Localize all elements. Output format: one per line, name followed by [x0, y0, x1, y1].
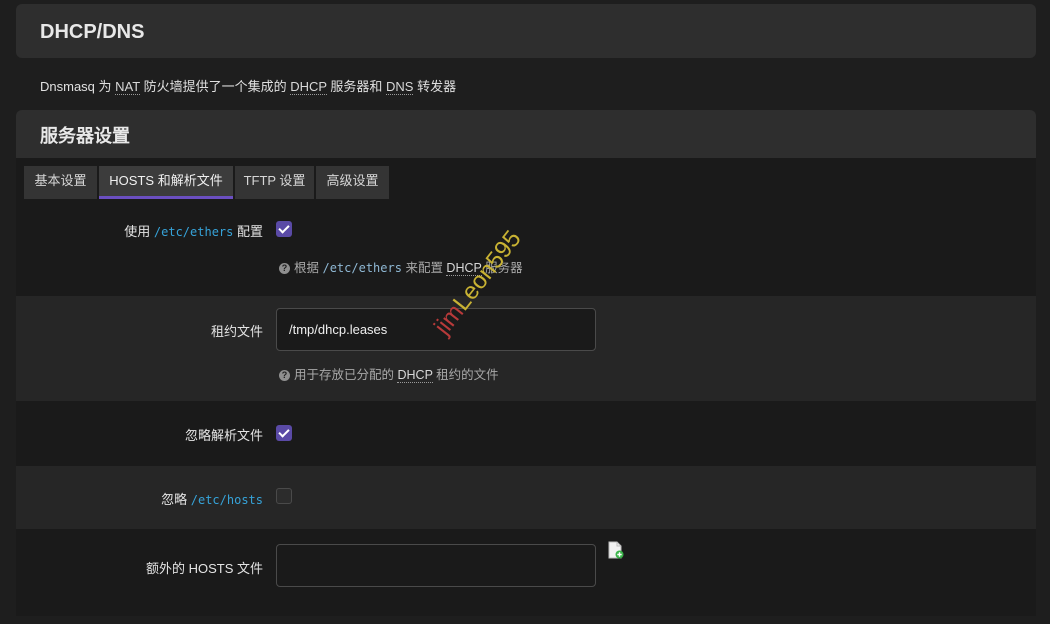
abbr-nat: NAT [115, 79, 140, 95]
leasefile-input[interactable] [276, 308, 596, 351]
file-add-icon[interactable] [608, 541, 624, 559]
section-title: 服务器设置 [40, 126, 130, 146]
page-title: DHCP/DNS [40, 21, 145, 43]
use-ethers-help: ? 根据 /etc/ethers 来配置 DHCP 服务器 [279, 257, 523, 276]
section-header: 服务器设置 [16, 110, 1036, 158]
row-nohosts: 忽略 /etc/hosts [16, 466, 1036, 529]
addnhosts-input[interactable] [276, 544, 596, 587]
row-noresolv: 忽略解析文件 [16, 401, 1036, 466]
tab-hosts-resolv[interactable]: HOSTS 和解析文件 [99, 166, 233, 199]
question-circle-icon: ? [279, 263, 290, 274]
noresolv-checkbox[interactable] [276, 425, 292, 441]
use-ethers-label: 使用 /etc/ethers 配置 [124, 224, 263, 239]
row-use-ethers: 使用 /etc/ethers 配置 ? 根据 /etc/ethers 来配置 DH… [16, 199, 1036, 296]
use-ethers-checkbox[interactable] [276, 221, 292, 237]
tab-tftp-settings[interactable]: TFTP 设置 [235, 166, 314, 199]
tab-advanced-settings[interactable]: 高级设置 [316, 166, 389, 199]
nohosts-label: 忽略 /etc/hosts [161, 492, 263, 507]
leasefile-help: ? 用于存放已分配的 DHCP 租约的文件 [279, 364, 499, 383]
addnhosts-label: 额外的 HOSTS 文件 [145, 561, 263, 576]
abbr-dhcp: DHCP [290, 79, 327, 95]
page-header: DHCP/DNS [16, 4, 1036, 58]
leasefile-label: 租约文件 [210, 324, 263, 339]
nohosts-checkbox[interactable] [276, 488, 292, 504]
noresolv-label: 忽略解析文件 [184, 428, 263, 443]
page-description: Dnsmasq 为 NAT 防火墙提供了一个集成的 DHCP 服务器和 DNS … [40, 79, 457, 95]
row-leasefile: 租约文件 ?用于存放已分配的 DHCP 租约的文件 [16, 296, 1036, 401]
abbr-dns: DNS [386, 79, 414, 95]
tab-basic-settings[interactable]: 基本设置 [24, 166, 97, 199]
row-addnhosts: 额外的 HOSTS 文件 [16, 529, 1036, 616]
question-circle-icon: ? [279, 370, 290, 381]
